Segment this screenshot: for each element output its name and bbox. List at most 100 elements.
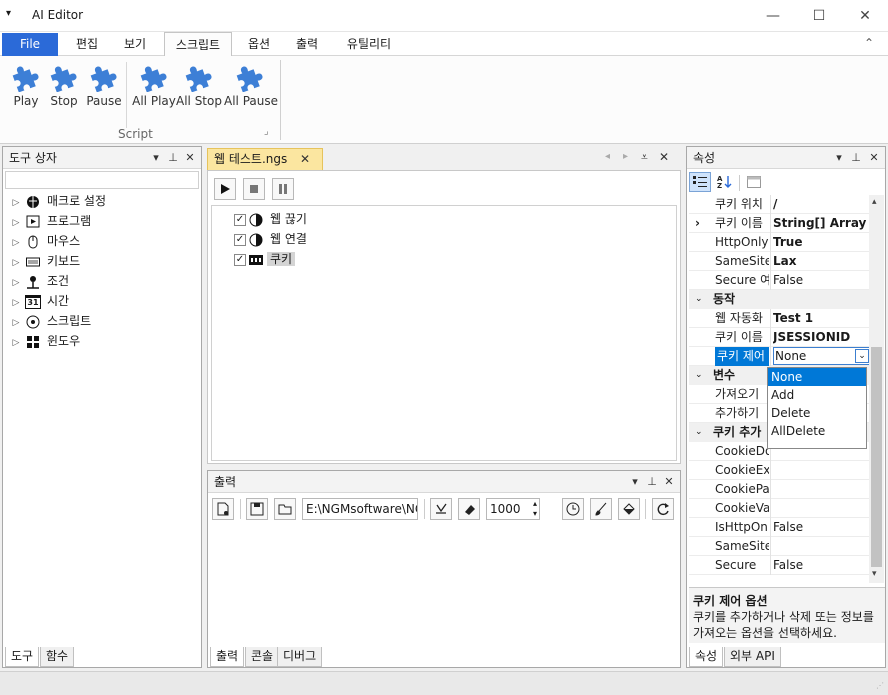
expand-arrow-icon[interactable]: ▷ (9, 333, 23, 353)
output-close-icon[interactable]: ✕ (662, 474, 676, 490)
toolbox-item-macro-settings[interactable]: ▷ 매크로 설정 (9, 191, 199, 211)
node-checkbox[interactable]: ✓ (234, 253, 246, 266)
close-button[interactable]: ✕ (842, 0, 888, 32)
tab-functions[interactable]: 함수 (40, 647, 75, 667)
resize-grip-icon[interactable]: ⋰ (876, 681, 884, 690)
toolbox-dropdown-icon[interactable]: ▾ (149, 150, 163, 166)
scroll-up-icon[interactable]: ▴ (872, 197, 877, 207)
new-log-button[interactable] (212, 498, 234, 520)
expand-chevron-icon[interactable]: › (695, 214, 700, 233)
property-row[interactable]: SameSite (689, 537, 869, 556)
tab-scroll-left-icon[interactable]: ◂ (605, 151, 610, 162)
properties-dropdown-icon[interactable]: ▾ (832, 150, 846, 166)
property-value[interactable]: Test 1 (773, 309, 869, 328)
expand-arrow-icon[interactable]: ▷ (9, 273, 23, 293)
alphabetical-button[interactable]: AZ (714, 172, 736, 192)
all-pause-button[interactable]: All Pause (224, 62, 278, 122)
collapse-ribbon-icon[interactable]: ⌃ (864, 36, 874, 50)
properties-close-icon[interactable]: ✕ (867, 150, 881, 166)
cookie-control-dropdown-list[interactable]: None Add Delete AllDelete (767, 367, 867, 449)
tab-tools[interactable]: 도구 (5, 647, 40, 667)
toolbox-pin-icon[interactable]: ⊥ (166, 150, 180, 166)
property-value[interactable]: String[] Array (773, 214, 869, 233)
output-log[interactable] (210, 525, 678, 645)
toolbox-close-icon[interactable]: ✕ (183, 150, 197, 166)
node-checkbox[interactable]: ✓ (234, 213, 246, 226)
toolbox-item-condition[interactable]: ▷ 조건 (9, 271, 199, 291)
menu-utility[interactable]: 유틸리티 (336, 32, 402, 56)
brush-button[interactable] (590, 498, 612, 520)
property-row[interactable]: › 쿠키 이름 String[] Array (689, 214, 869, 233)
cookie-control-select[interactable]: None ⌄ (773, 347, 869, 365)
pause-button[interactable]: Pause (82, 62, 126, 122)
dropdown-option[interactable]: Delete (768, 404, 866, 422)
toolbox-item-time[interactable]: ▷ 31 시간 (9, 291, 199, 311)
tab-list-icon[interactable]: ⩡ (641, 150, 648, 165)
categorized-button[interactable] (689, 172, 711, 192)
property-pages-button[interactable] (743, 172, 765, 192)
menu-script[interactable]: 스크립트 (164, 32, 232, 56)
collapse-chevron-icon[interactable]: ⌄ (695, 290, 703, 309)
ribbon-group-launcher-icon[interactable]: ⌟ (264, 126, 269, 137)
scroll-down-icon[interactable]: ▾ (872, 569, 877, 579)
property-row[interactable]: IsHttpOnly False (689, 518, 869, 537)
fill-color-button[interactable] (618, 498, 640, 520)
timestamp-button[interactable] (562, 498, 584, 520)
collapse-chevron-icon[interactable]: ⌄ (695, 366, 703, 385)
dropdown-option[interactable]: None (768, 368, 866, 386)
refresh-button[interactable] (652, 498, 674, 520)
property-row[interactable]: Secure False (689, 556, 869, 575)
toolbox-item-script[interactable]: ▷ 스크립트 (9, 311, 199, 331)
open-folder-button[interactable] (274, 498, 296, 520)
output-dropdown-icon[interactable]: ▾ (628, 474, 642, 490)
node-web-connect[interactable]: ✓ 웹 연결 (234, 230, 310, 248)
property-row[interactable]: CookieExpires (689, 461, 869, 480)
scroll-thumb[interactable] (871, 347, 882, 567)
tab-properties[interactable]: 속성 (689, 647, 724, 667)
output-pin-icon[interactable]: ⊥ (645, 474, 659, 490)
property-value[interactable]: False (773, 271, 869, 290)
dropdown-option[interactable]: Add (768, 386, 866, 404)
expand-arrow-icon[interactable]: ▷ (9, 233, 23, 253)
log-path-input[interactable]: E:\NGMsoftware\NG (302, 498, 418, 520)
dropdown-option[interactable]: AllDelete (768, 422, 866, 440)
property-row[interactable]: 웹 자동화 Test 1 (689, 309, 869, 328)
file-menu-button[interactable]: File (2, 33, 58, 56)
property-value[interactable]: False (773, 556, 869, 575)
expand-arrow-icon[interactable]: ▷ (9, 313, 23, 333)
tab-scroll-right-icon[interactable]: ▸ (623, 151, 628, 162)
property-row[interactable]: HttpOnly True (689, 233, 869, 252)
property-row[interactable]: 쿠키 위치 / (689, 195, 869, 214)
all-stop-button[interactable]: All Stop (176, 62, 222, 122)
expand-arrow-icon[interactable]: ▷ (9, 253, 23, 273)
property-value[interactable]: True (773, 233, 869, 252)
property-category[interactable]: ⌄ 동작 (689, 290, 869, 309)
tab-console[interactable]: 콘솔 (245, 647, 280, 667)
stepper-arrows-icon[interactable]: ▴ ▾ (533, 499, 537, 519)
document-tab-close-icon[interactable]: ✕ (300, 149, 310, 169)
menu-output[interactable]: 출력 (286, 32, 328, 56)
run-button[interactable] (214, 178, 236, 200)
tab-debug[interactable]: 디버그 (277, 647, 323, 667)
property-scrollbar[interactable]: ▴ ▾ (869, 195, 884, 583)
save-button[interactable] (246, 498, 268, 520)
expand-arrow-icon[interactable]: ▷ (9, 213, 23, 233)
stop-button[interactable] (243, 178, 265, 200)
dropdown-chevron-icon[interactable]: ⌄ (855, 349, 869, 363)
expand-arrow-icon[interactable]: ▷ (9, 293, 23, 313)
node-web-disconnect[interactable]: ✓ 웹 끊기 (234, 210, 310, 228)
property-value[interactable]: False (773, 518, 869, 537)
collapse-chevron-icon[interactable]: ⌄ (695, 423, 703, 442)
node-cookie[interactable]: ✓ 쿠키 (234, 250, 296, 268)
property-row[interactable]: CookiePath (689, 480, 869, 499)
property-value[interactable]: Lax (773, 252, 869, 271)
property-value[interactable]: / (773, 195, 869, 214)
toolbox-item-keyboard[interactable]: ▷ 키보드 (9, 251, 199, 271)
clear-button[interactable] (458, 498, 480, 520)
editor-close-icon[interactable]: ✕ (659, 150, 669, 164)
toolbox-item-mouse[interactable]: ▷ 마우스 (9, 231, 199, 251)
node-checkbox[interactable]: ✓ (234, 233, 246, 246)
toolbox-item-window[interactable]: ▷ 윈도우 (9, 331, 199, 351)
toolbox-item-program[interactable]: ▷ 프로그램 (9, 211, 199, 231)
property-row[interactable]: SameSite Lax (689, 252, 869, 271)
